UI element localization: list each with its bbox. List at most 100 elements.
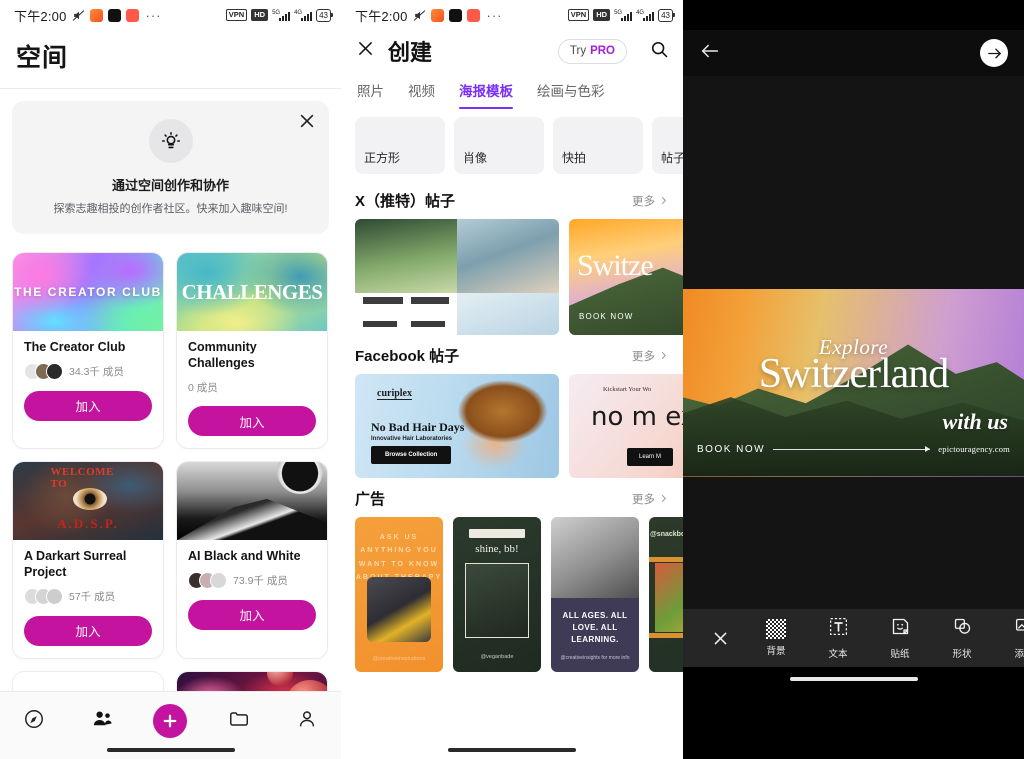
thumbnail-row-facebook-posts[interactable]: curiplex No Bad Hair Days Innovative Hai… xyxy=(341,374,683,478)
create-screen: 下午2:00 ··· VPN HD 5G 4G 43 创建 Try PRO 照片… xyxy=(341,0,683,759)
text-icon xyxy=(828,616,849,642)
section-header-facebook-posts: Facebook 帖子 更多 xyxy=(341,335,683,374)
close-icon[interactable] xyxy=(695,629,745,648)
poster-canvas[interactable]: Explore Switzerland with us BOOK NOW epi… xyxy=(683,288,1024,477)
thumbnail-row-ads[interactable]: ASK US ANYTHING YOU WANT TO KNOW ABOUT T… xyxy=(341,517,683,672)
tool-text[interactable]: 文本 xyxy=(807,616,869,660)
tool-sticker[interactable]: 贴纸 xyxy=(869,616,931,660)
thumb-headline: No Bad Hair Days xyxy=(371,420,465,434)
space-card-art: THE CREATOR CLUB xyxy=(13,253,163,331)
template-thumbnail[interactable]: shine, bb! @veganbade xyxy=(453,517,541,672)
join-button[interactable]: 加入 xyxy=(24,390,152,421)
status-bar-spaces: 下午2:00 ··· VPN HD 5G 4G 43 xyxy=(0,0,341,30)
try-pro-suffix: PRO xyxy=(590,45,615,57)
space-card[interactable]: AI Black and White 73.9千 成员 加入 xyxy=(176,461,328,659)
plus-icon[interactable] xyxy=(153,704,188,738)
nav-explore[interactable] xyxy=(11,704,57,738)
poster-cta-row[interactable]: BOOK NOW epictouragency.com xyxy=(697,444,1010,455)
space-card-body: The Creator Club 34.3千 成员 加入 xyxy=(13,331,163,433)
planet-graphic xyxy=(267,671,293,686)
thumb-photo xyxy=(457,293,559,335)
try-pro-button[interactable]: Try PRO xyxy=(557,38,627,64)
thumb-photo xyxy=(457,219,559,293)
folder-icon xyxy=(228,708,250,735)
chip-portrait[interactable]: 肖像 xyxy=(454,117,544,174)
thumb-cta: CLICK xyxy=(649,654,683,660)
chip-square[interactable]: 正方形 xyxy=(355,117,445,174)
format-chip-row: 正方形 肖像 快拍 帖子 xyxy=(341,109,683,180)
promo-banner: 通过空间创作和协作 探索志趣相投的创作者社区。快来加入趣味空间! xyxy=(12,101,329,234)
space-card-art: WELCOME TO A.D.S.P. xyxy=(13,462,163,541)
template-thumbnail[interactable]: Explore Switze BOOK NOW xyxy=(569,219,683,335)
thumb-handle: @creativeinsights for more info xyxy=(560,654,630,661)
home-indicator xyxy=(789,677,918,681)
section-title: Facebook 帖子 xyxy=(355,348,460,365)
app-icon-tiktok xyxy=(107,8,121,22)
space-card[interactable]: CHALLENGES Community Challenges 0 成员 加入 xyxy=(176,252,328,450)
thumb-divider xyxy=(649,633,683,638)
compass-icon xyxy=(23,708,45,735)
more-label: 更多 xyxy=(632,195,655,208)
template-thumbnail[interactable]: ALL AGES. ALL LOVE. ALL LEARNING. @creat… xyxy=(551,517,639,672)
search-icon[interactable] xyxy=(649,39,669,64)
editor-screen: Explore Switzerland with us BOOK NOW epi… xyxy=(683,0,1024,759)
template-thumbnail[interactable]: ASK US ANYTHING YOU WANT TO KNOW ABOUT T… xyxy=(355,517,443,672)
close-icon[interactable] xyxy=(355,38,376,64)
space-card-meta: 0 成员 xyxy=(188,378,316,396)
page-title: 空间 xyxy=(16,44,69,72)
signal-4g-icon: 4G xyxy=(294,10,313,21)
thumb-photo xyxy=(655,563,683,632)
editor-canvas-area[interactable]: Explore Switzerland with us BOOK NOW epi… xyxy=(683,76,1024,689)
more-link[interactable]: 更多 xyxy=(632,193,669,209)
tab-draw-and-color[interactable]: 绘画与色彩 xyxy=(537,80,605,109)
section-title: 广告 xyxy=(355,491,386,508)
tab-poster-templates[interactable]: 海报模板 xyxy=(459,80,513,109)
space-card[interactable]: THE CREATOR CLUB The Creator Club 34.3千 … xyxy=(12,252,164,450)
join-button[interactable]: 加入 xyxy=(188,599,316,630)
tool-background[interactable]: 背景 xyxy=(745,619,807,657)
tool-label: 背景 xyxy=(766,646,786,657)
more-link[interactable]: 更多 xyxy=(632,491,669,507)
more-link[interactable]: 更多 xyxy=(632,348,669,364)
person-icon xyxy=(296,708,318,735)
thumb-handle: @creativeinspirations xyxy=(372,656,426,662)
chip-post[interactable]: 帖子 xyxy=(652,117,683,174)
nav-spaces[interactable] xyxy=(79,704,125,738)
poster-text-with-us[interactable]: with us xyxy=(943,409,1008,435)
nav-projects[interactable] xyxy=(216,704,262,738)
chip-story[interactable]: 快拍 xyxy=(553,117,643,174)
tool-add[interactable]: 添加 xyxy=(993,616,1024,660)
poster-text-switzerland[interactable]: Switzerland xyxy=(683,351,1024,397)
thumb-subheadline: Innovative Hair Laboratories xyxy=(371,436,453,442)
join-button[interactable]: 加入 xyxy=(24,615,152,646)
battery-badge: 43 xyxy=(316,8,333,22)
tab-photos[interactable]: 照片 xyxy=(357,80,384,109)
signal-5g-icon: 5G xyxy=(614,10,633,21)
spaces-scroll-area[interactable]: 通过空间创作和协作 探索志趣相投的创作者社区。快来加入趣味空间! THE CRE… xyxy=(0,89,341,718)
thumb-headline: no m excus xyxy=(591,402,683,432)
space-card-body: A Darkart Surreal Project 57千 成员 加入 xyxy=(13,540,163,657)
tool-label: 添加 xyxy=(1014,649,1024,660)
nav-profile[interactable] xyxy=(284,704,330,738)
tab-videos[interactable]: 视频 xyxy=(408,80,435,109)
tool-label: 贴纸 xyxy=(890,649,910,660)
thumbnail-row-x-posts[interactable]: Explore Switze BOOK NOW xyxy=(341,219,683,335)
section-header-ads: 广告 更多 xyxy=(341,478,683,517)
tool-shape[interactable]: 形状 xyxy=(931,616,993,660)
close-icon[interactable] xyxy=(297,111,317,131)
avatar-stack xyxy=(24,363,63,381)
template-thumbnail[interactable]: @snackbox KIT FOR YOU CLICK xyxy=(649,517,683,672)
home-indicator xyxy=(106,748,235,752)
template-thumbnail[interactable]: Kickstart Your Wo no m excus Learn M xyxy=(569,374,683,478)
member-count: 34.3千 成员 xyxy=(69,366,124,379)
space-card-title: Community Challenges xyxy=(188,340,257,370)
join-button[interactable]: 加入 xyxy=(188,406,316,437)
member-count: 73.9千 成员 xyxy=(233,575,288,588)
template-thumbnail[interactable] xyxy=(355,219,559,335)
space-card[interactable]: WELCOME TO A.D.S.P. A Darkart Surreal Pr… xyxy=(12,461,164,659)
thumb-text-block xyxy=(363,321,397,327)
nav-create[interactable] xyxy=(147,704,193,738)
arrow-left-icon[interactable] xyxy=(699,40,721,67)
arrow-right-icon[interactable] xyxy=(980,39,1008,67)
template-thumbnail[interactable]: curiplex No Bad Hair Days Innovative Hai… xyxy=(355,374,559,478)
